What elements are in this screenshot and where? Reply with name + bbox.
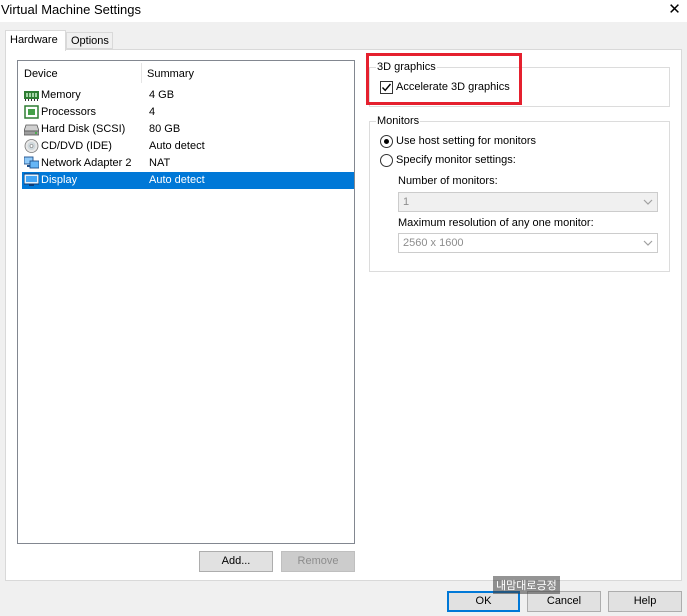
device-summary: 80 GB xyxy=(149,123,181,135)
remove-button[interactable]: Remove xyxy=(281,551,355,572)
use-host-label[interactable]: Use host setting for monitors xyxy=(396,135,536,147)
device-row-network-adapter[interactable]: Network Adapter 2 NAT xyxy=(22,155,354,172)
device-row-processors[interactable]: Processors 4 xyxy=(22,104,354,121)
hard-disk-icon xyxy=(24,124,39,136)
device-summary: 4 GB xyxy=(149,89,175,101)
device-name: CD/DVD (IDE) xyxy=(41,140,112,152)
number-of-monitors-select[interactable]: 1 xyxy=(398,192,658,212)
display-icon xyxy=(24,173,39,186)
max-resolution-select[interactable]: 2560 x 1600 xyxy=(398,233,658,253)
max-resolution-value: 2560 x 1600 xyxy=(403,237,464,249)
device-row-cd-dvd[interactable]: CD/DVD (IDE) Auto detect xyxy=(22,138,354,155)
number-of-monitors-label: Number of monitors: xyxy=(398,175,498,187)
monitors-group-label: Monitors xyxy=(376,115,421,127)
device-name: Display xyxy=(41,174,78,186)
device-name: Hard Disk (SCSI) xyxy=(41,123,126,135)
device-row-display[interactable]: Display Auto detect xyxy=(22,172,354,189)
device-name: Memory xyxy=(41,89,81,101)
cancel-button[interactable]: Cancel xyxy=(527,591,601,612)
ok-button[interactable]: OK xyxy=(447,591,520,612)
window-title: Virtual Machine Settings xyxy=(1,2,141,17)
memory-icon xyxy=(24,91,39,101)
number-of-monitors-value: 1 xyxy=(403,196,410,208)
specify-settings-label[interactable]: Specify monitor settings: xyxy=(396,154,516,166)
column-separator[interactable] xyxy=(141,63,142,83)
device-summary: Auto detect xyxy=(149,174,205,186)
network-adapter-icon xyxy=(24,156,39,169)
tab-hardware[interactable]: Hardware xyxy=(5,30,66,51)
highlight-box xyxy=(366,53,522,105)
specify-settings-radio[interactable] xyxy=(380,154,393,167)
add-button[interactable]: Add... xyxy=(199,551,273,572)
chevron-down-icon xyxy=(643,240,653,246)
close-button[interactable]: ✕ xyxy=(662,0,687,22)
max-resolution-label: Maximum resolution of any one monitor: xyxy=(398,217,594,229)
column-header-summary[interactable]: Summary xyxy=(147,68,194,80)
device-row-memory[interactable]: Memory 4 GB xyxy=(22,87,354,104)
device-summary: 4 xyxy=(149,106,156,118)
column-header-device[interactable]: Device xyxy=(24,68,58,80)
device-summary: Auto detect xyxy=(149,140,205,152)
watermark: 내맘대로긍정 xyxy=(493,576,560,594)
close-icon: ✕ xyxy=(668,1,681,18)
device-row-hard-disk[interactable]: Hard Disk (SCSI) 80 GB xyxy=(22,121,354,138)
device-name: Network Adapter 2 xyxy=(41,157,132,169)
chevron-down-icon xyxy=(643,199,653,205)
help-button[interactable]: Help xyxy=(608,591,682,612)
processor-icon xyxy=(24,105,39,119)
device-list[interactable]: Device Summary Memory 4 GB Processors 4 … xyxy=(17,60,355,544)
device-summary: NAT xyxy=(149,157,171,169)
cd-dvd-icon xyxy=(24,139,39,153)
tab-options[interactable]: Options xyxy=(66,32,113,49)
use-host-radio[interactable] xyxy=(380,135,393,148)
device-name: Processors xyxy=(41,106,97,118)
